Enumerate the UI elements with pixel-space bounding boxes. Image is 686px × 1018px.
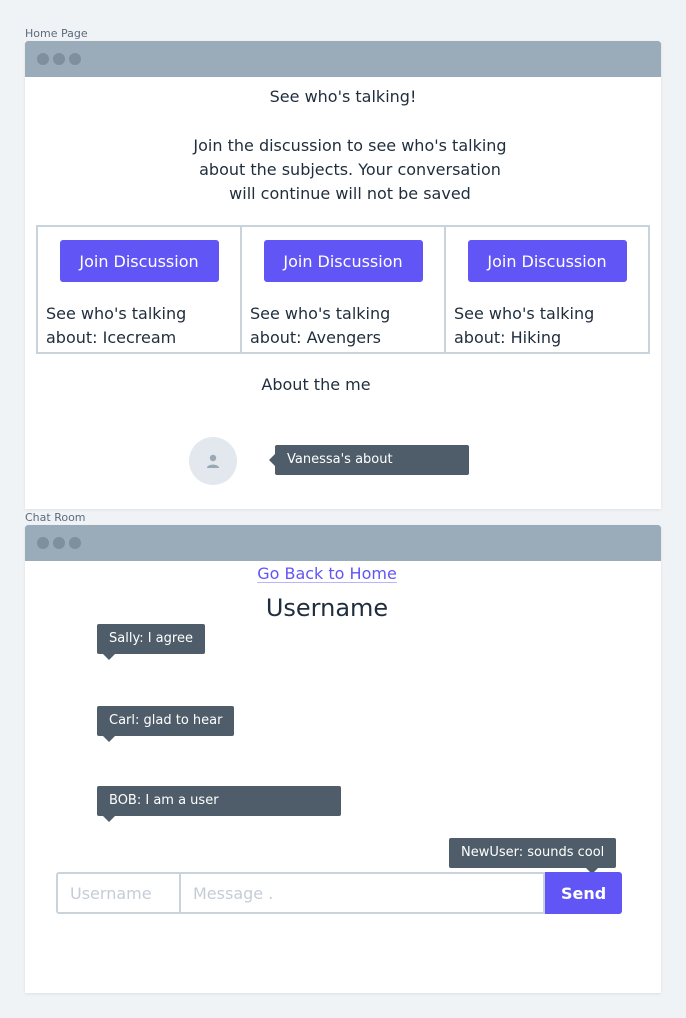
window-dot-icon[interactable] bbox=[53, 537, 65, 549]
avatar[interactable] bbox=[189, 437, 237, 485]
chat-message: BOB: I am a user bbox=[97, 786, 341, 822]
window-dot-icon[interactable] bbox=[53, 53, 65, 65]
chat-username-title: Username bbox=[265, 594, 389, 622]
chat-message: Sally: I agree bbox=[97, 624, 205, 660]
chat-frame-label: Chat Room bbox=[25, 511, 86, 524]
page-title: See who's talking! bbox=[269, 87, 417, 106]
window-dot-icon[interactable] bbox=[69, 537, 81, 549]
about-title: About the me bbox=[261, 375, 371, 394]
window-dot-icon[interactable] bbox=[37, 537, 49, 549]
user-icon bbox=[207, 454, 219, 468]
window-dot-icon[interactable] bbox=[37, 53, 49, 65]
send-button[interactable]: Send bbox=[545, 872, 622, 914]
chat-titlebar bbox=[25, 525, 661, 561]
page-description: Join the discussion to see who's talking… bbox=[193, 136, 507, 203]
username-input[interactable] bbox=[56, 872, 181, 914]
join-discussion-button[interactable]: Join Discussion bbox=[263, 240, 423, 282]
join-discussion-button[interactable]: Join Discussion bbox=[59, 240, 219, 282]
card-topic-text: See who's talking about: Icecream bbox=[46, 304, 187, 347]
home-frame-label: Home Page bbox=[25, 27, 88, 40]
discussion-cards: Join Discussion See who's talking about:… bbox=[36, 225, 650, 354]
home-titlebar bbox=[25, 41, 661, 77]
card-topic-text: See who's talking about: Hiking bbox=[454, 304, 595, 347]
discussion-card-avengers: Join Discussion See who's talking about:… bbox=[242, 227, 446, 352]
message-input[interactable] bbox=[181, 872, 546, 914]
chat-message: NewUser: sounds cool bbox=[449, 838, 617, 874]
go-back-home-link[interactable]: Go Back to Home bbox=[257, 564, 397, 583]
discussion-card-hiking: Join Discussion See who's talking about:… bbox=[446, 227, 648, 352]
chat-message: Carl: glad to hear bbox=[97, 706, 235, 742]
discussion-card-icecream: Join Discussion See who's talking about:… bbox=[38, 227, 242, 352]
chat-window: Go Back to Home Username Sally: I agree … bbox=[25, 525, 661, 993]
card-topic-text: See who's talking about: Avengers bbox=[250, 304, 391, 347]
message-form: Send bbox=[56, 872, 622, 914]
window-dot-icon[interactable] bbox=[69, 53, 81, 65]
back-link-row: Go Back to Home bbox=[25, 564, 629, 583]
join-discussion-button[interactable]: Join Discussion bbox=[467, 240, 627, 282]
home-window: See who's talking! Join the discussion t… bbox=[25, 41, 661, 509]
about-tooltip: Vanessa's about bbox=[269, 445, 469, 475]
